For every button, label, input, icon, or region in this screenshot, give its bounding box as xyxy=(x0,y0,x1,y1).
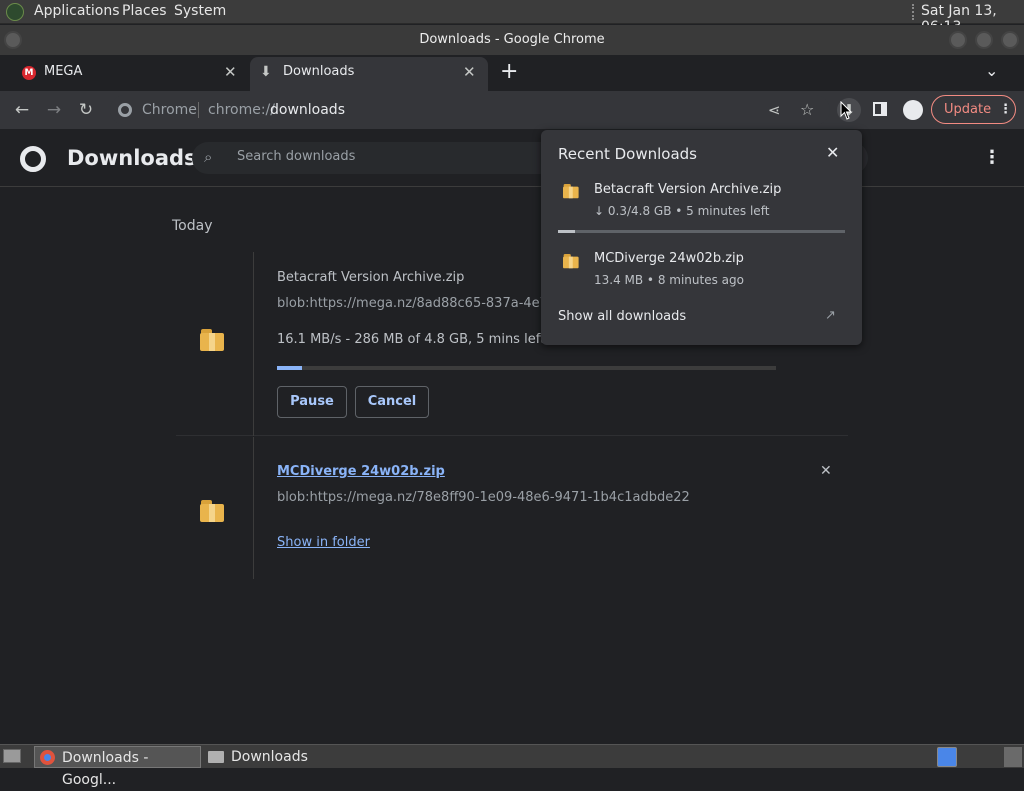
close-window-icon[interactable] xyxy=(1001,31,1019,49)
remove-download-icon[interactable]: ✕ xyxy=(820,463,832,479)
tab-search-chevron-icon[interactable]: ⌄ xyxy=(985,61,998,80)
zip-file-icon xyxy=(563,184,579,199)
site-name: Chrome xyxy=(142,102,197,118)
section-label-today: Today xyxy=(172,218,213,234)
pause-button[interactable]: Pause xyxy=(277,386,347,418)
back-arrow-icon[interactable]: ← xyxy=(12,100,32,120)
update-button[interactable]: Update ⋮ xyxy=(931,95,1016,124)
progress-track xyxy=(277,366,776,370)
search-icon: ⌕ xyxy=(204,148,213,166)
new-tab-button[interactable]: + xyxy=(500,59,518,84)
applications-menu[interactable]: Applications xyxy=(34,3,120,19)
url-path: downloads xyxy=(270,102,345,118)
panel-separator xyxy=(912,4,914,20)
download-status: 16.1 MB/s - 286 MB of 4.8 GB, 5 mins lef… xyxy=(277,332,546,347)
tab-strip: M MEGA ✕ ⬇ Downloads ✕ + ⌄ xyxy=(0,55,1024,91)
bookmark-star-icon[interactable]: ☆ xyxy=(800,95,814,125)
system-menu[interactable]: System xyxy=(174,3,226,19)
close-popup-icon[interactable]: ✕ xyxy=(826,143,839,162)
side-panel-icon[interactable] xyxy=(873,102,887,116)
browser-toolbar: ← → ↻ Chrome chrome:// downloads ⋖ ☆ ⬇ U… xyxy=(0,91,1024,129)
tab-mega[interactable]: M MEGA ✕ xyxy=(8,57,246,89)
card-divider xyxy=(253,252,254,436)
window-title: Downloads - Google Chrome xyxy=(419,32,605,47)
reload-icon[interactable]: ↻ xyxy=(76,100,96,120)
show-in-folder-link[interactable]: Show in folder xyxy=(277,535,370,550)
downloads-header: Downloads ⌕ Search downloads ⋮ xyxy=(0,129,1024,187)
popup-progress-track xyxy=(558,230,845,233)
download-url: blob:https://mega.nz/78e8ff90-1e09-48e6-… xyxy=(277,490,690,505)
tab-label: Downloads xyxy=(283,64,355,79)
mouse-cursor-icon xyxy=(840,101,853,120)
update-label: Update xyxy=(944,102,992,117)
address-divider xyxy=(198,102,199,118)
download-icon: ⬇ xyxy=(260,64,272,80)
chrome-tray-icon[interactable] xyxy=(937,747,957,767)
show-all-downloads-link[interactable]: Show all downloads ↗ xyxy=(541,304,862,332)
mega-logo-icon: M xyxy=(22,66,36,80)
popup-title: Recent Downloads xyxy=(558,145,697,163)
url-prefix: chrome:// xyxy=(208,102,275,118)
bottom-taskbar: Downloads - Googl... Downloads xyxy=(0,744,1024,788)
popup-progress-fill xyxy=(558,230,576,233)
folder-taskbar-icon xyxy=(208,751,224,763)
popup-detail: 13.4 MB • 8 minutes ago xyxy=(594,273,744,287)
chrome-logo-icon xyxy=(20,146,46,172)
places-menu[interactable]: Places xyxy=(122,3,167,19)
download-card-mcdiverge: MCDiverge 24w02b.zip blob:https://mega.n… xyxy=(176,437,848,579)
progress-fill xyxy=(277,366,302,370)
chrome-icon xyxy=(118,103,132,117)
taskbar-files-window[interactable]: Downloads xyxy=(203,746,393,768)
close-tab-icon[interactable]: ✕ xyxy=(463,57,476,87)
tab-downloads[interactable]: ⬇ Downloads ✕ xyxy=(250,57,488,91)
popup-filename: MCDiverge 24w02b.zip xyxy=(594,251,744,266)
more-menu-icon[interactable]: ⋮ xyxy=(999,96,1012,123)
taskbar-chrome-window[interactable]: Downloads - Googl... xyxy=(34,746,201,788)
cancel-button[interactable]: Cancel xyxy=(355,386,429,418)
recent-downloads-popup: Recent Downloads ✕ Betacraft Version Arc… xyxy=(541,130,862,345)
trash-icon[interactable] xyxy=(1004,747,1022,767)
popup-detail: ↓ 0.3/4.8 GB • 5 minutes left xyxy=(594,204,770,218)
open-external-icon: ↗ xyxy=(825,308,836,323)
applications-menu-icon[interactable] xyxy=(6,3,24,21)
zip-file-icon xyxy=(563,254,579,269)
window-titlebar[interactable]: Downloads - Google Chrome xyxy=(0,25,1024,55)
address-bar[interactable]: Chrome chrome:// downloads ⋖ ☆ xyxy=(110,95,830,125)
popup-item-betacraft[interactable]: Betacraft Version Archive.zip ↓ 0.3/4.8 … xyxy=(541,178,862,236)
maximize-icon[interactable] xyxy=(975,31,993,49)
profile-avatar-icon[interactable] xyxy=(903,100,923,120)
page-title: Downloads xyxy=(67,146,197,170)
share-icon[interactable]: ⋖ xyxy=(768,95,781,125)
taskbar-label: Downloads - Googl... xyxy=(62,750,149,788)
download-url: blob:https://mega.nz/8ad88c65-837a-4e77-… xyxy=(277,296,569,311)
show-all-label: Show all downloads xyxy=(558,309,687,324)
window-menu-icon[interactable] xyxy=(4,31,22,49)
tab-label: MEGA xyxy=(44,64,83,79)
close-tab-icon[interactable]: ✕ xyxy=(224,57,237,87)
zip-file-icon xyxy=(200,500,224,522)
popup-filename: Betacraft Version Archive.zip xyxy=(594,182,782,197)
top-panel: Applications Places System Sat Jan 13, 0… xyxy=(0,0,1024,35)
show-desktop-icon[interactable] xyxy=(3,749,21,763)
card-divider xyxy=(253,437,254,579)
popup-item-mcdiverge[interactable]: MCDiverge 24w02b.zip 13.4 MB • 8 minutes… xyxy=(541,248,862,298)
download-filename-link[interactable]: MCDiverge 24w02b.zip xyxy=(277,464,445,479)
taskbar-label: Downloads xyxy=(231,749,308,765)
minimize-icon[interactable] xyxy=(949,31,967,49)
forward-arrow-icon[interactable]: → xyxy=(44,100,64,120)
zip-file-icon xyxy=(200,329,224,351)
chrome-taskbar-icon xyxy=(40,750,55,765)
page-menu-icon[interactable]: ⋮ xyxy=(983,147,1001,168)
download-filename: Betacraft Version Archive.zip xyxy=(277,270,465,285)
search-input[interactable]: Search downloads xyxy=(237,149,355,164)
